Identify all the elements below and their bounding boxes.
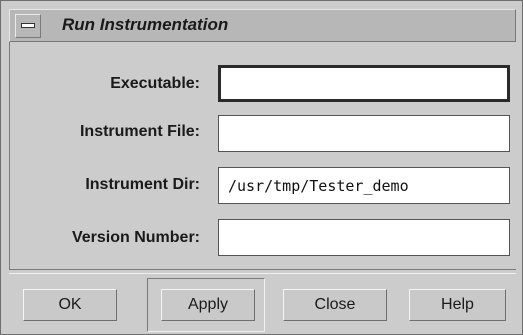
form-panel: Executable: Instrument File: Instrument …	[9, 42, 516, 270]
instrument-file-label: Instrument File:	[79, 123, 200, 140]
executable-field[interactable]	[218, 65, 510, 102]
version-number-field[interactable]	[218, 219, 510, 256]
ok-button[interactable]: OK	[23, 289, 117, 321]
run-instrumentation-dialog: Run Instrumentation Executable: Instrume…	[0, 0, 523, 335]
close-button[interactable]: Close	[283, 289, 387, 321]
version-number-label: Version Number:	[71, 229, 200, 246]
instrument-file-field[interactable]	[218, 115, 510, 152]
executable-label: Executable:	[110, 75, 200, 92]
apply-button[interactable]: Apply	[161, 289, 255, 321]
title-bar[interactable]: Run Instrumentation	[9, 9, 516, 42]
separator	[9, 273, 516, 274]
window-menu-icon	[21, 23, 35, 28]
instrument-dir-label: Instrument Dir:	[85, 176, 200, 193]
instrument-dir-field[interactable]	[218, 167, 510, 204]
window-menu-button[interactable]	[15, 14, 41, 38]
button-row: OK Apply Close Help	[9, 275, 516, 334]
help-button[interactable]: Help	[409, 289, 506, 321]
window-title: Run Instrumentation	[62, 15, 229, 34]
